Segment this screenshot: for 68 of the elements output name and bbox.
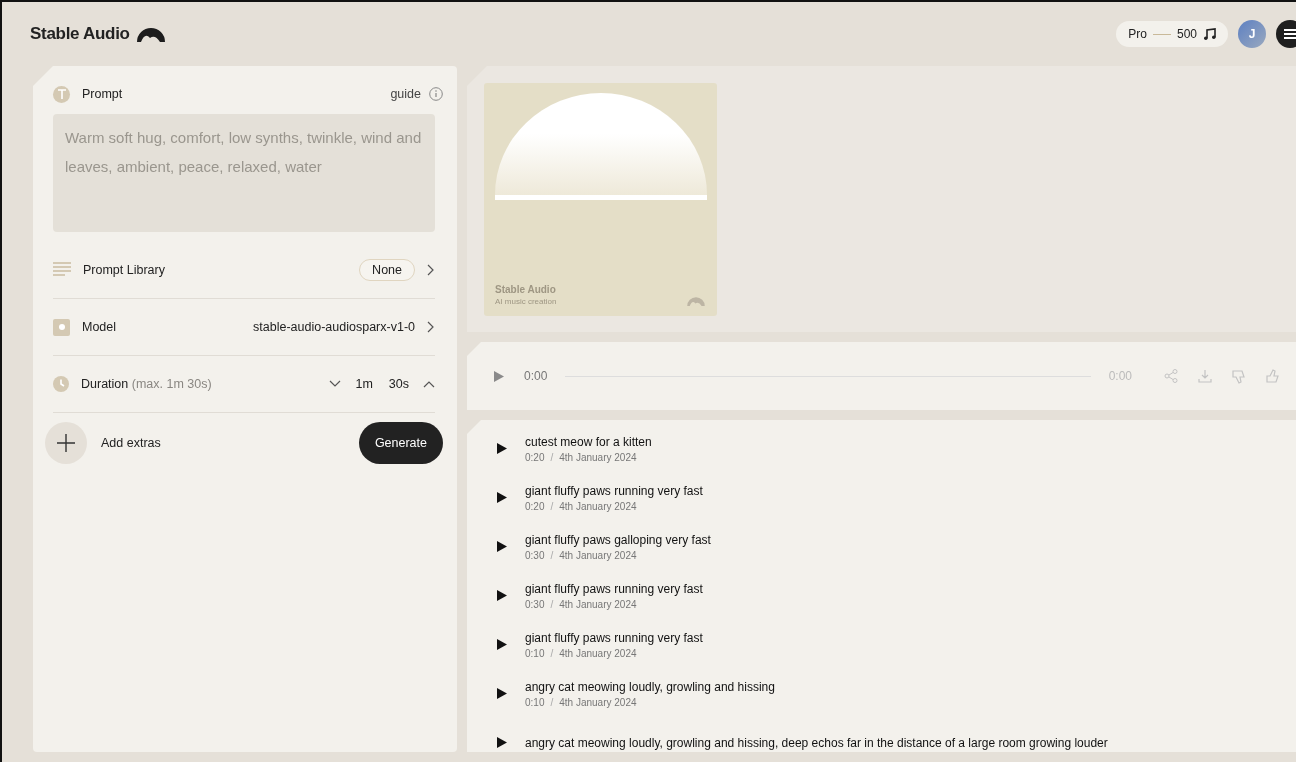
track-date: 4th January 2024 — [559, 647, 637, 659]
clock-icon — [53, 376, 69, 392]
guide-link[interactable]: guide — [390, 87, 421, 101]
track-date: 4th January 2024 — [559, 696, 637, 708]
prompt-library-label: Prompt Library — [83, 263, 165, 277]
duration-seconds: 30s — [388, 377, 409, 391]
duration-minutes: 1m — [355, 377, 373, 391]
model-icon — [53, 318, 70, 336]
track-length: 0:20 — [525, 451, 545, 463]
play-icon[interactable] — [497, 639, 507, 650]
current-time: 0:00 — [524, 369, 548, 383]
play-icon[interactable] — [497, 688, 507, 699]
menu-icon — [1284, 29, 1296, 39]
prompt-library-select[interactable]: None — [359, 259, 415, 281]
add-extras-button[interactable] — [45, 422, 87, 464]
track-date: 4th January 2024 — [559, 549, 637, 561]
separator: / — [550, 647, 554, 659]
separator: / — [550, 549, 554, 561]
chevron-down-icon[interactable] — [329, 380, 342, 388]
track-length: 0:20 — [525, 500, 545, 512]
separator: / — [550, 696, 554, 708]
track-title[interactable]: angry cat meowing loudly, growling and hissing, deep echos far in the distance of a large room growing louder — [525, 735, 1108, 750]
plan-label: Pro — [1128, 27, 1147, 41]
track-length: 0:10 — [525, 696, 545, 708]
plan-badge[interactable]: Pro 500 — [1116, 21, 1228, 47]
menu-button[interactable] — [1276, 20, 1296, 48]
separator: / — [550, 500, 554, 512]
info-icon — [429, 87, 443, 101]
track-date: 4th January 2024 — [559, 500, 637, 512]
track-length: 0:30 — [525, 598, 545, 610]
add-extras-label[interactable]: Add extras — [101, 436, 161, 450]
track-date: 4th January 2024 — [559, 598, 637, 610]
music-note-icon — [1203, 27, 1216, 41]
chevron-up-icon[interactable] — [423, 380, 435, 388]
track-length: 0:30 — [525, 549, 545, 561]
track-title[interactable]: giant fluffy paws running very fast — [525, 483, 703, 498]
chevron-right-icon — [427, 264, 435, 276]
credits-count: 500 — [1176, 27, 1197, 41]
generate-button[interactable]: Generate — [358, 422, 443, 464]
play-icon[interactable] — [497, 541, 507, 552]
separator: / — [550, 598, 554, 610]
track-date: 4th January 2024 — [559, 451, 637, 463]
chevron-right-icon — [427, 321, 435, 333]
thumbs-down-icon[interactable] — [1232, 368, 1246, 384]
logo-icon — [135, 26, 166, 42]
thumbs-up-icon[interactable] — [1266, 368, 1280, 384]
separator: / — [550, 451, 554, 463]
play-icon[interactable] — [497, 737, 507, 748]
play-icon[interactable] — [497, 590, 507, 601]
prompt-label: Prompt — [82, 87, 123, 101]
logo-icon — [686, 296, 706, 306]
text-icon — [53, 85, 70, 103]
track-length: 0:10 — [525, 647, 545, 659]
duration-label: Duration (max. 1m 30s) — [81, 377, 212, 391]
track-title[interactable]: cutest meow for a kitten — [525, 434, 652, 449]
track-title[interactable]: giant fluffy paws running very fast — [525, 630, 703, 645]
track-title[interactable]: giant fluffy paws running very fast — [525, 581, 703, 596]
cover-title: Stable Audio — [495, 284, 557, 295]
plus-icon — [57, 434, 75, 452]
track-title[interactable]: angry cat meowing loudly, growling and hissing — [525, 679, 775, 694]
prompt-input[interactable]: Warm soft hug, comfort, low synths, twinkle, wind and leaves, ambient, peace, relaxed, water — [53, 114, 435, 232]
play-icon[interactable] — [497, 492, 507, 503]
play-icon[interactable] — [497, 443, 507, 454]
track-title[interactable]: giant fluffy paws galloping very fast — [525, 532, 711, 547]
list-icon — [53, 262, 71, 278]
model-value[interactable]: stable-audio-audiosparx-v1-0 — [253, 320, 415, 334]
brand-name: Stable Audio — [30, 24, 130, 44]
model-label: Model — [82, 320, 117, 334]
